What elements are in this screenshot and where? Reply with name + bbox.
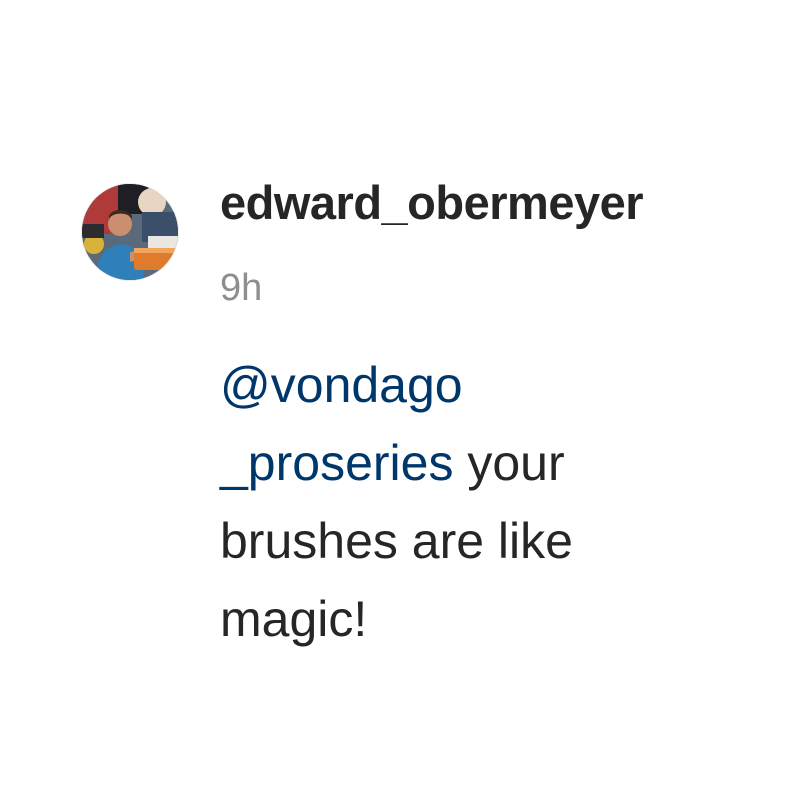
comment-timestamp[interactable]: 9h xyxy=(220,258,262,318)
comment-text-segment: your xyxy=(453,435,565,491)
mention-link-continued[interactable]: _proseries xyxy=(220,435,453,491)
comment-line: @vondago xyxy=(220,346,690,424)
avatar[interactable] xyxy=(82,184,178,280)
username-link[interactable]: edward_obermeyer xyxy=(220,170,644,236)
comment-line: brushes are like xyxy=(220,513,573,569)
comment-line: _proseries your xyxy=(220,424,690,502)
comment-item: edward_obermeyer 9h @vondago _proseries … xyxy=(0,0,800,800)
user-avatar-icon xyxy=(82,184,178,280)
mention-link[interactable]: @vondago xyxy=(220,357,463,413)
comment-line: magic! xyxy=(220,591,368,647)
comment-text: @vondago _proseries your brushes are lik… xyxy=(220,346,690,658)
